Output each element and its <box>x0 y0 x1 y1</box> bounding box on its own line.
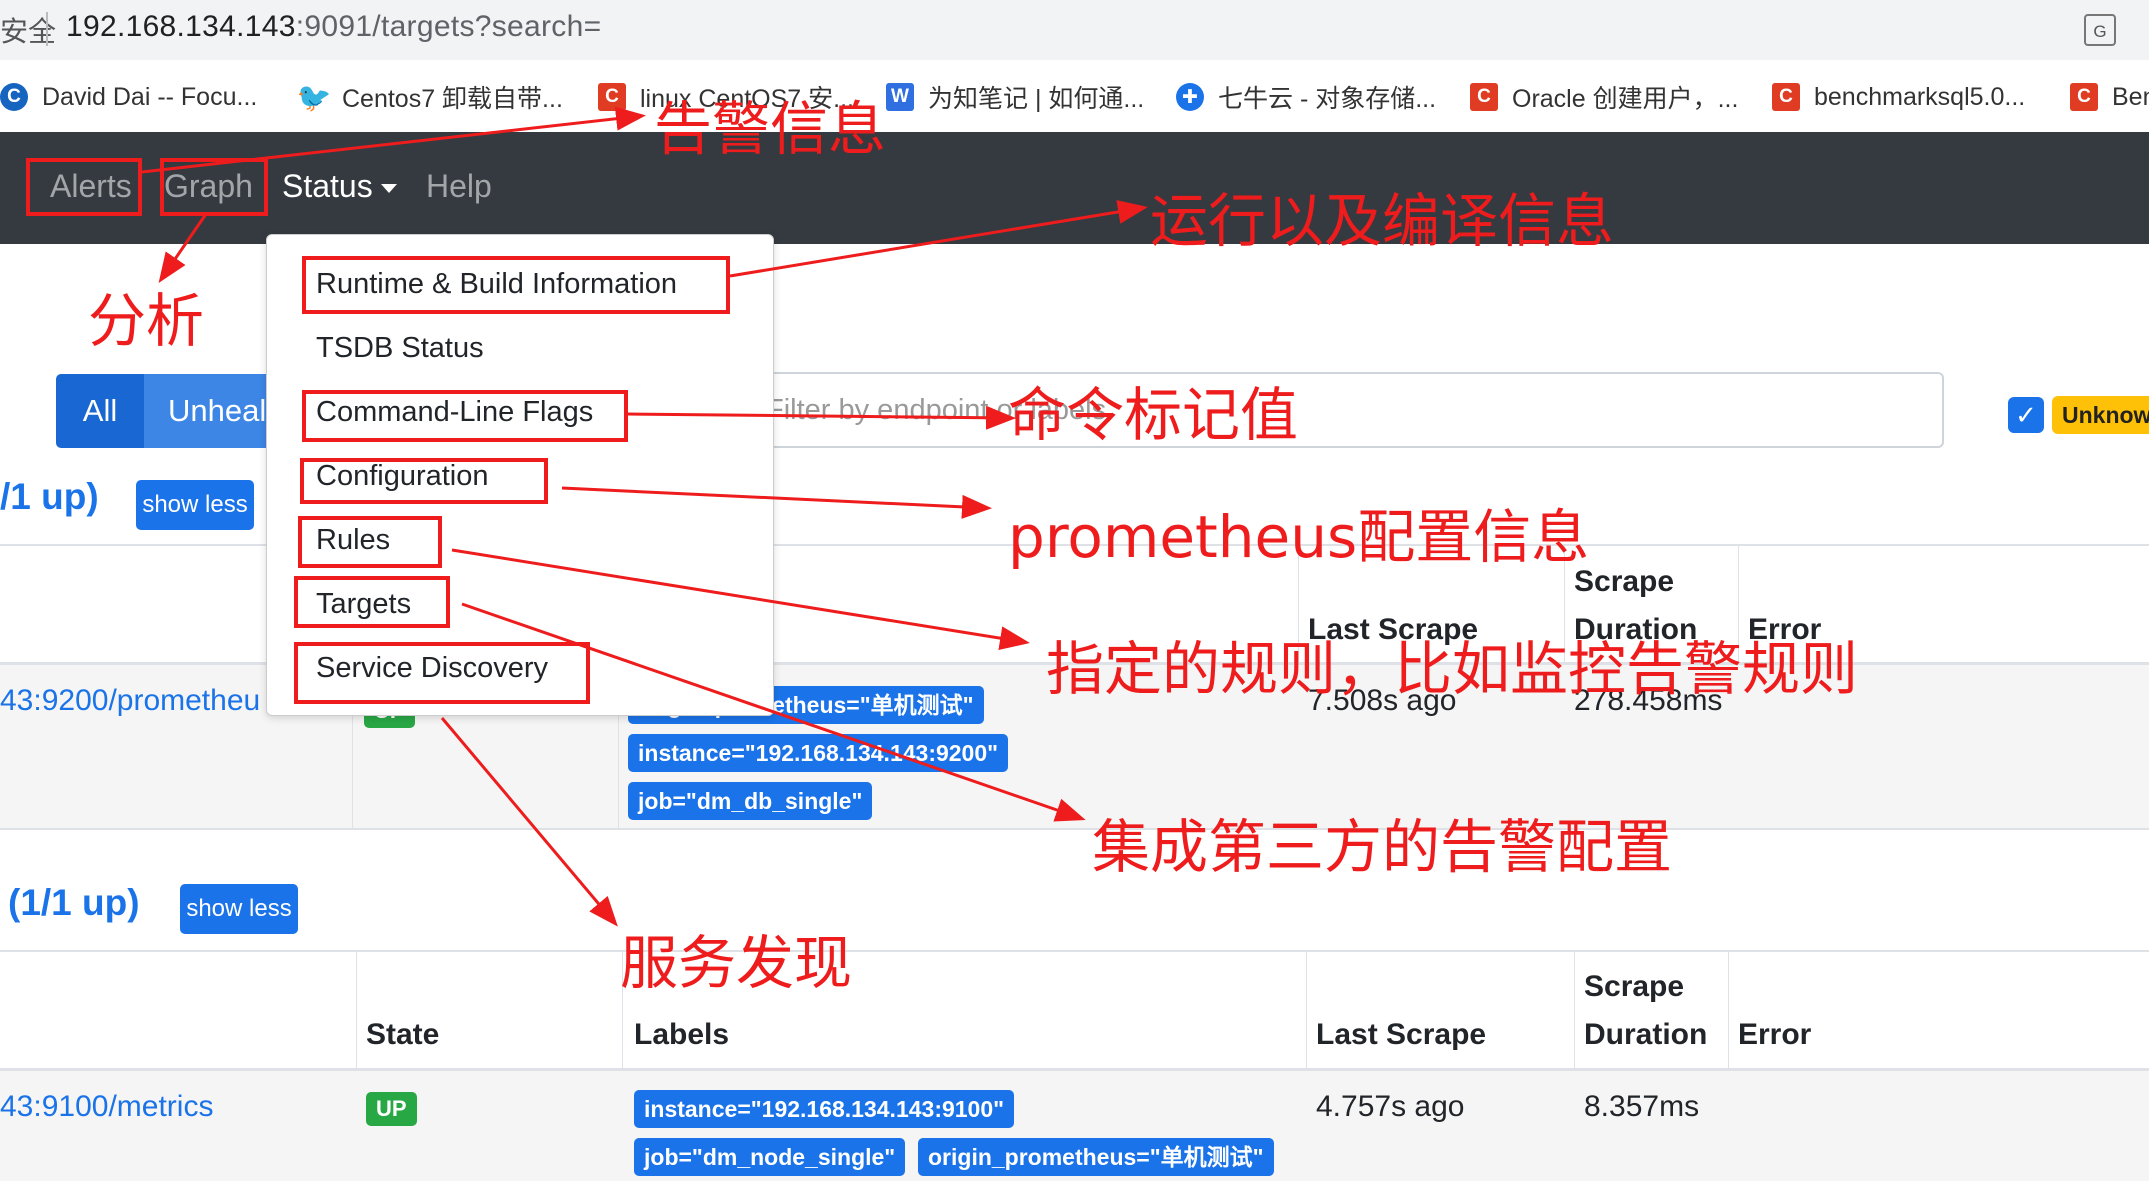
annotation-alerts: 告警信息 <box>654 95 887 163</box>
annotation-config: prometheus配置信息 <box>1008 503 1590 571</box>
arrow-service-discovery <box>440 717 618 927</box>
annotation-service-discovery: 服务发现 <box>620 929 853 997</box>
arrow-runtime <box>729 200 1148 278</box>
arrow-flags <box>627 405 1016 430</box>
arrow-rules <box>451 548 1030 651</box>
annotation-flags: 命令标记值 <box>1008 381 1299 449</box>
annotation-rules: 指定的规则，比如监控告警规则 <box>1046 635 1859 703</box>
arrow-graph <box>158 213 208 283</box>
arrow-alerts <box>141 106 646 174</box>
annotation-targets: 集成第三方的告警配置 <box>1092 813 1673 881</box>
arrow-configuration <box>561 486 992 519</box>
annotation-runtime: 运行以及编译信息 <box>1150 187 1615 255</box>
annotation-arrows <box>141 106 1148 927</box>
annotation-graph: 分析 <box>88 287 205 355</box>
